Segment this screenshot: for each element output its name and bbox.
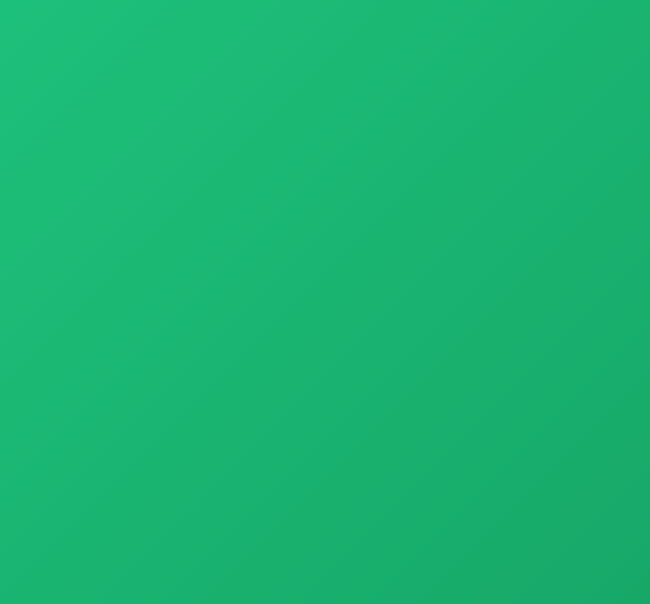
background xyxy=(0,0,650,604)
